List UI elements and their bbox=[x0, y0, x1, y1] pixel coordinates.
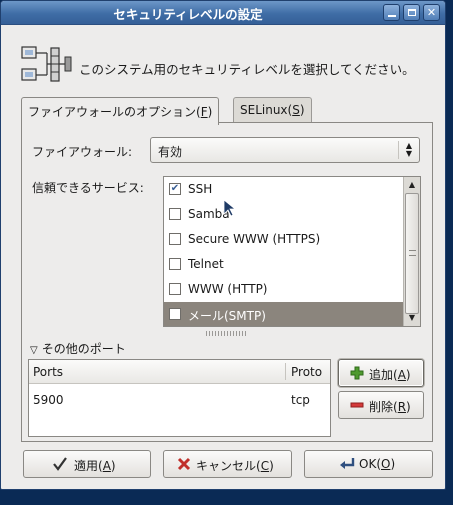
checkmark-icon bbox=[53, 457, 67, 471]
firewall-label: ファイアウォール: bbox=[32, 145, 133, 159]
tab-firewall-options-mnemonic: F bbox=[200, 105, 208, 119]
remove-icon bbox=[350, 402, 364, 408]
service-checkbox-http[interactable] bbox=[169, 283, 181, 295]
minimize-icon bbox=[387, 15, 396, 17]
trusted-services-label: 信頼できるサービス: bbox=[32, 181, 144, 195]
titlebar[interactable]: セキュリティレベルの設定 ✕ bbox=[1, 1, 445, 25]
tab-firewall-options-close-paren: ) bbox=[207, 105, 213, 119]
scroll-up-icon[interactable]: ▲ bbox=[405, 178, 419, 192]
port-cell[interactable]: 5900 bbox=[33, 393, 64, 407]
service-checkbox-samba[interactable] bbox=[169, 208, 181, 220]
cancel-button[interactable]: キャンセル(C) bbox=[163, 450, 292, 478]
cancel-x-icon bbox=[177, 457, 191, 471]
other-ports-table[interactable]: Ports Proto 5900 tcp bbox=[28, 359, 331, 437]
grip-icon bbox=[409, 250, 416, 256]
service-checkbox-ssh[interactable]: ✔ bbox=[169, 183, 181, 195]
updown-arrows-icon: ▲ ▼ bbox=[405, 141, 412, 158]
tab-selinux-label: SELinux( bbox=[240, 103, 293, 117]
service-row-https[interactable]: Secure WWW (HTTPS) bbox=[164, 227, 403, 252]
tab-firewall-options[interactable]: ファイアウォールのオプション(F) bbox=[21, 97, 220, 125]
column-separator bbox=[285, 363, 286, 380]
minimize-button[interactable] bbox=[383, 4, 400, 21]
proto-cell[interactable]: tcp bbox=[291, 393, 310, 407]
close-button[interactable]: ✕ bbox=[423, 4, 440, 21]
tab-selinux[interactable]: SELinux(S) bbox=[233, 97, 312, 123]
tab-selinux-mnemonic: S bbox=[292, 103, 300, 117]
window-title: セキュリティレベルの設定 bbox=[113, 7, 263, 22]
security-level-dialog: セキュリティレベルの設定 ✕ このシステム用のセキュリティレベルを選択してくださ… bbox=[0, 0, 446, 490]
add-icon bbox=[350, 366, 364, 380]
ports-table-header: Ports Proto bbox=[29, 360, 330, 384]
enter-arrow-icon bbox=[340, 458, 355, 469]
service-name: SSH bbox=[188, 182, 213, 196]
service-checkbox-https[interactable] bbox=[169, 233, 181, 245]
firewall-select[interactable]: 有効 ▲ ▼ bbox=[150, 137, 420, 163]
firewall-options-panel: ファイアウォール: 有効 ▲ ▼ 信頼できるサービス: ✔ SSH Samba S… bbox=[21, 122, 433, 442]
add-port-button[interactable]: 追加(A) bbox=[338, 359, 424, 387]
service-name: WWW (HTTP) bbox=[188, 282, 268, 296]
services-scrollbar[interactable]: ▲ ▼ bbox=[403, 177, 420, 326]
column-header-ports[interactable]: Ports bbox=[33, 365, 63, 379]
ok-label: OK(O) bbox=[359, 457, 396, 471]
add-port-label: 追加(A) bbox=[369, 368, 411, 382]
firewall-select-value: 有効 bbox=[158, 145, 183, 159]
services-rows: ✔ SSH Samba Secure WWW (HTTPS) Telnet WW… bbox=[164, 177, 403, 326]
service-row-telnet[interactable]: Telnet bbox=[164, 252, 403, 277]
delete-port-label: 削除(R) bbox=[369, 400, 411, 414]
service-name: Telnet bbox=[188, 257, 224, 271]
column-header-proto[interactable]: Proto bbox=[291, 365, 322, 379]
scroll-thumb[interactable] bbox=[405, 193, 419, 314]
maximize-icon bbox=[407, 9, 416, 16]
service-row-ssh[interactable]: ✔ SSH bbox=[164, 177, 403, 202]
apply-button[interactable]: 適用(A) bbox=[23, 450, 151, 478]
service-row-samba[interactable]: Samba bbox=[164, 202, 403, 227]
trusted-services-list[interactable]: ✔ SSH Samba Secure WWW (HTTPS) Telnet WW… bbox=[163, 176, 421, 327]
tab-firewall-options-label: ファイアウォールのオプション( bbox=[28, 105, 201, 119]
tab-selinux-close-paren: ) bbox=[299, 103, 305, 117]
other-ports-expander[interactable]: ▽ その他のポート bbox=[30, 340, 126, 357]
delete-port-button[interactable]: 削除(R) bbox=[338, 391, 424, 419]
service-row-smtp[interactable]: メール(SMTP) bbox=[164, 302, 403, 326]
other-ports-label: その他のポート bbox=[41, 342, 126, 356]
scroll-down-icon[interactable]: ▼ bbox=[405, 311, 419, 325]
cancel-label: キャンセル(C) bbox=[196, 459, 274, 473]
expander-triangle-icon: ▽ bbox=[30, 345, 38, 356]
maximize-button[interactable] bbox=[403, 4, 420, 21]
network-firewall-icon bbox=[21, 46, 72, 82]
service-name: メール(SMTP) bbox=[188, 309, 266, 323]
combo-separator bbox=[398, 141, 399, 159]
service-name: Secure WWW (HTTPS) bbox=[188, 232, 321, 246]
service-checkbox-telnet[interactable] bbox=[169, 258, 181, 270]
header-instruction: このシステム用のセキュリティレベルを選択してください。 bbox=[79, 62, 415, 77]
service-row-http[interactable]: WWW (HTTP) bbox=[164, 277, 403, 302]
resize-grip-icon[interactable] bbox=[206, 331, 246, 336]
service-checkbox-smtp[interactable] bbox=[169, 308, 181, 320]
apply-label: 適用(A) bbox=[74, 459, 116, 473]
ok-button[interactable]: OK(O) bbox=[304, 450, 433, 478]
close-icon: ✕ bbox=[426, 6, 437, 19]
mouse-pointer-icon bbox=[223, 199, 235, 217]
